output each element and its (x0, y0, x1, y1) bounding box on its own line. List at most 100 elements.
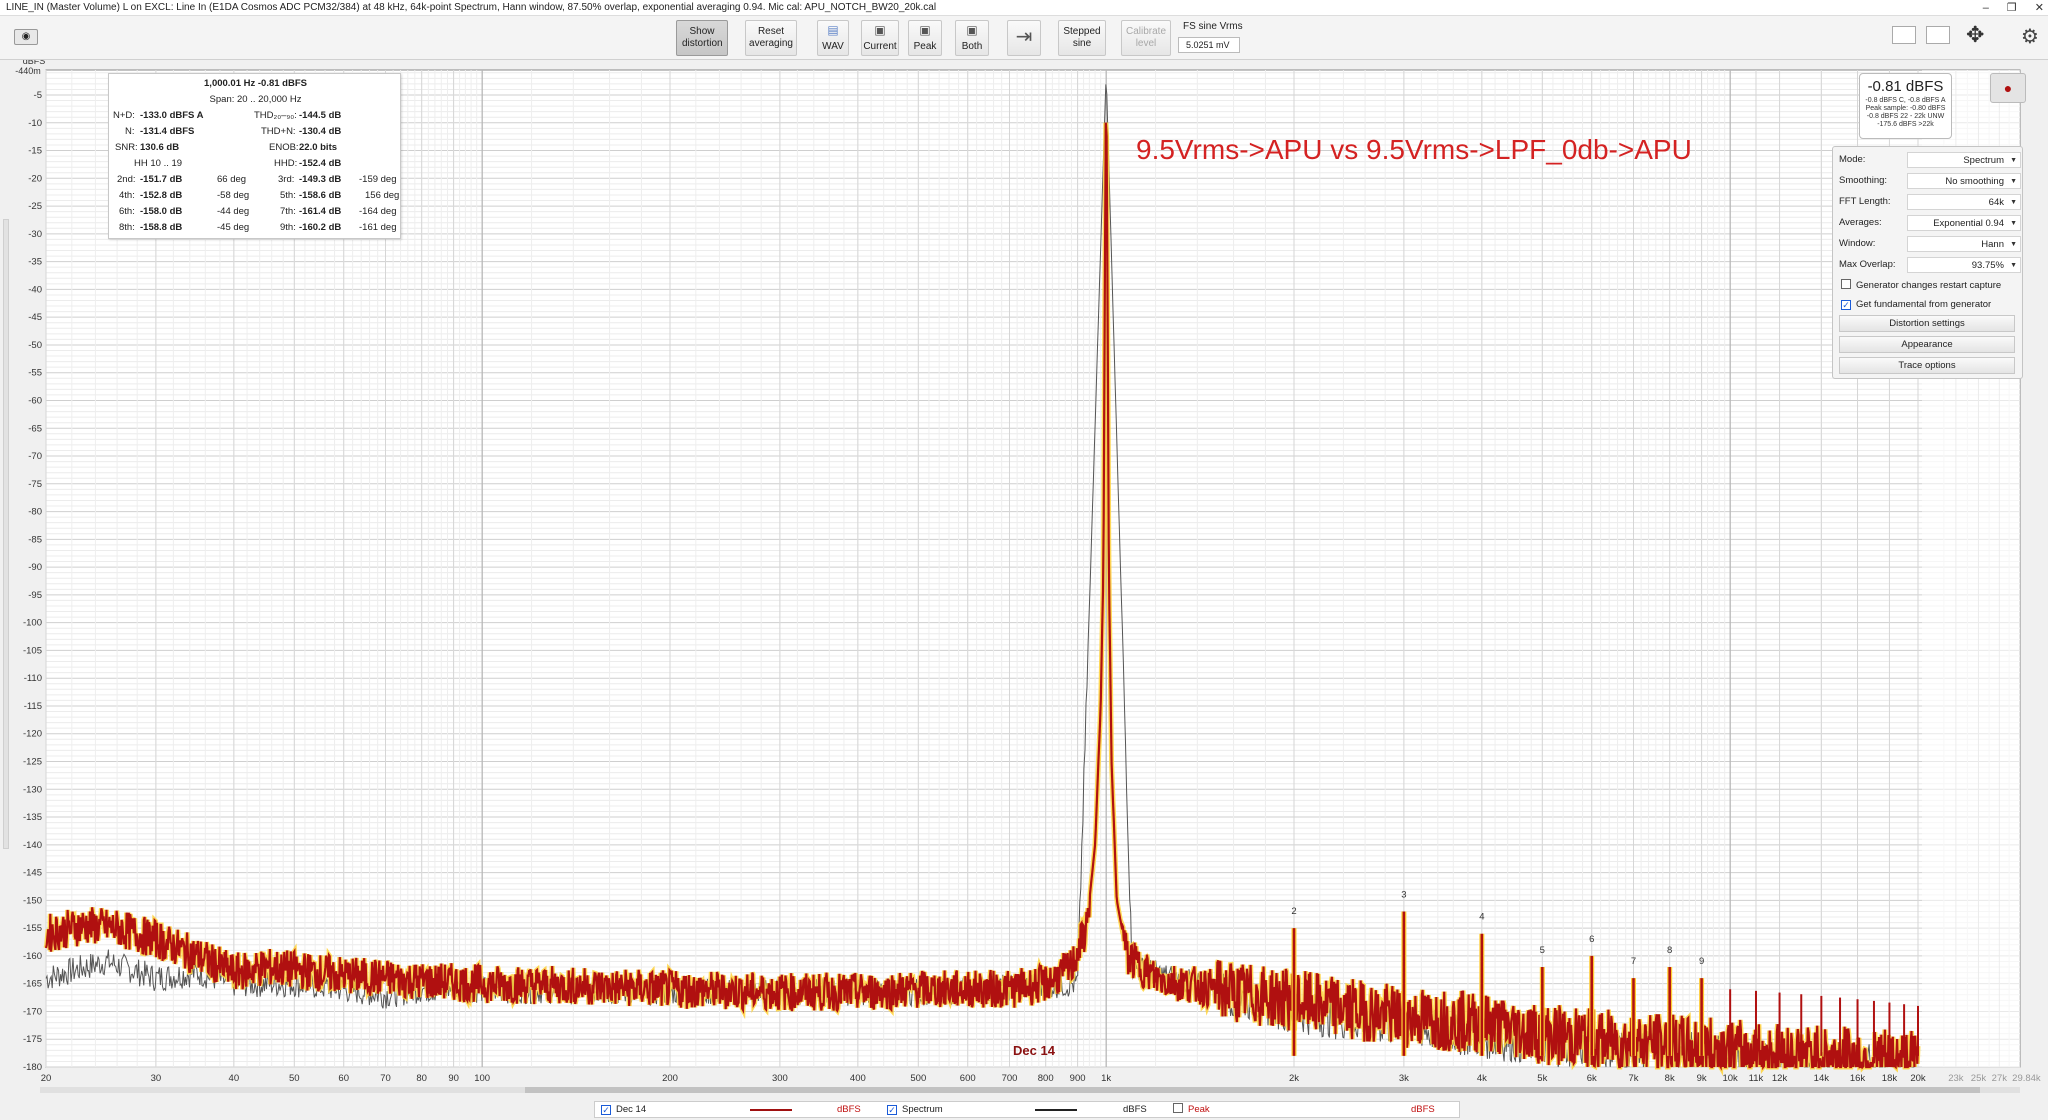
y-tick-label: -20 (28, 173, 42, 184)
y-tick-label: -30 (28, 229, 42, 240)
thdn-value: -130.4 dB (299, 126, 342, 137)
mode-select[interactable]: Spectrum (1907, 152, 2021, 169)
x-tick-label: 800 (1038, 1073, 1054, 1084)
y-tick-label: -55 (28, 368, 42, 379)
record-button[interactable]: ● (1990, 73, 2026, 103)
x-tick-label: 9k (1697, 1073, 1707, 1084)
get-fundamental-checkbox[interactable]: ✓ (1841, 300, 1851, 310)
get-fundamental-row[interactable]: ✓ Get fundamental from generator (1841, 297, 1991, 313)
move-arrows-icon[interactable]: ✥ (1966, 22, 1984, 48)
harmonic-label: 3 (1401, 889, 1406, 900)
thd-value: -144.5 dB (299, 110, 342, 121)
thd-label: THD₂₀–₉₀: (254, 110, 297, 121)
smoothing-select[interactable]: No smoothing (1907, 173, 2021, 190)
harmonic-value: -161.4 dB (299, 206, 342, 217)
export-button[interactable]: ⇥ (1007, 20, 1041, 56)
settings-panel: Mode: Spectrum Smoothing: No smoothing F… (1832, 146, 2023, 379)
harmonic-value: -152.8 dB (140, 190, 183, 201)
wav-icon: ▤ (827, 23, 839, 37)
split-view-icon[interactable] (1926, 26, 1950, 44)
harmonic-value: -151.7 dB (140, 174, 183, 185)
level-line-3: -0.8 dBFS 22 - 22k UNW (1866, 113, 1945, 120)
show-distortion-button[interactable]: Show distortion (676, 20, 728, 56)
legend-checkbox[interactable]: ✓ (601, 1105, 611, 1115)
x-tick-label: 400 (850, 1073, 866, 1084)
y-tick-label: -15 (28, 146, 42, 157)
peak-button[interactable]: ▣ Peak (908, 20, 942, 56)
smoothing-row: Smoothing: No smoothing (1839, 173, 2021, 190)
maximize-icon[interactable]: ❐ (2007, 0, 2017, 16)
y-tick-label: -100 (23, 618, 42, 629)
scrollbar-thumb[interactable] (525, 1087, 1980, 1093)
gear-icon[interactable]: ⚙ (2021, 24, 2039, 49)
harmonic-phase: 156 deg (365, 190, 400, 201)
fs-sine-value-field[interactable]: 5.0251 mV (1178, 37, 1240, 53)
close-icon[interactable]: ✕ (2035, 0, 2044, 16)
legend-unit: dBFS (1411, 1104, 1435, 1115)
distortion-settings-button[interactable]: Distortion settings (1839, 315, 2015, 332)
x-tick-label: 2k (1289, 1073, 1299, 1084)
screenshot-button[interactable]: ◉ (14, 29, 38, 45)
x-tick-label: 900 (1070, 1073, 1086, 1084)
x-tick-label: 700 (1002, 1073, 1018, 1084)
harmonic-value: -149.3 dB (299, 174, 342, 185)
harmonic-label: 7 (1631, 956, 1636, 967)
y-tick-label: -80 (28, 507, 42, 518)
y-tick-label: -160 (23, 951, 42, 962)
harmonic-label: 5 (1540, 945, 1545, 956)
generator-restart-checkbox[interactable] (1841, 279, 1851, 289)
legend-checkbox[interactable] (1173, 1103, 1183, 1113)
wav-button[interactable]: ▤ WAV (817, 20, 849, 56)
minimize-icon[interactable]: – (1983, 0, 1989, 16)
trace-label: Dec 14 (1013, 1043, 1055, 1058)
harmonic-phase: -159 deg (359, 174, 397, 185)
single-view-icon[interactable] (1892, 26, 1916, 44)
distortion-info-box: 1,000.01 Hz -0.81 dBFS Span: 20 .. 20,00… (108, 73, 401, 239)
harmonic-label: 5th: (280, 190, 296, 201)
legend-item-spectrum[interactable]: ✓ Spectrum (887, 1102, 943, 1117)
x-tick-label: 300 (772, 1073, 788, 1084)
legend-name: Peak (1188, 1104, 1210, 1115)
both-button[interactable]: ▣ Both (955, 20, 989, 56)
x-tick-label: 60 (338, 1073, 349, 1084)
harmonic-label: 8th: (119, 222, 135, 233)
x-tick-label: 30 (151, 1073, 162, 1084)
fft-length-select[interactable]: 64k (1907, 194, 2021, 211)
y-tick-label: -145 (23, 868, 42, 879)
hh-label: HH 10 .. 19 (134, 158, 183, 169)
y-tick-label: -105 (23, 645, 42, 656)
appearance-button[interactable]: Appearance (1839, 336, 2015, 353)
window-select[interactable]: Hann (1907, 236, 2021, 253)
x-tick-label: 50 (289, 1073, 300, 1084)
current-button[interactable]: ▣ Current (861, 20, 899, 56)
window-controls: – ❐ ✕ (1983, 0, 2044, 16)
y-tick-label: -50 (28, 340, 42, 351)
legend-item-peak[interactable]: Peak (1173, 1102, 1210, 1117)
stepped-sine-label: Stepped sine (1063, 26, 1101, 49)
generator-restart-row[interactable]: Generator changes restart capture (1841, 278, 2001, 294)
trace-options-button[interactable]: Trace options (1839, 357, 2015, 374)
x-tick-label: 18k (1882, 1073, 1898, 1084)
x-tick-label: 8k (1665, 1073, 1675, 1084)
reset-averaging-button[interactable]: Reset averaging (745, 20, 797, 56)
trace-legend: ✓ Dec 14 dBFS ✓ Spectrum dBFS Peak dBFS (594, 1101, 1460, 1118)
y-tick-label: -120 (23, 729, 42, 740)
mode-label: Mode: (1839, 154, 1866, 165)
stepped-sine-button[interactable]: Stepped sine (1058, 20, 1106, 56)
hhd-label: HHD: (274, 158, 298, 169)
harmonic-label: 2nd: (117, 174, 136, 185)
averages-select[interactable]: Exponential 0.94 (1907, 215, 2021, 232)
overlap-select[interactable]: 93.75% (1907, 257, 2021, 274)
legend-checkbox[interactable]: ✓ (887, 1105, 897, 1115)
calibrate-level-button[interactable]: Calibrate level (1121, 20, 1171, 56)
nd-value: -133.0 dBFS A (140, 110, 204, 121)
enob-label: ENOB: (269, 142, 299, 153)
fs-sine-label: FS sine Vrms (1183, 21, 1243, 32)
y-tick-label: -140 (23, 840, 42, 851)
harmonic-label: 6th: (119, 206, 135, 217)
hhd-value: -152.4 dB (299, 158, 342, 169)
legend-item-dec14[interactable]: ✓ Dec 14 (601, 1102, 646, 1117)
toolbar: Show distortion Reset averaging ▤ WAV ▣ … (0, 16, 2048, 60)
x-tick-label: 6k (1587, 1073, 1597, 1084)
horizontal-scrollbar[interactable] (40, 1087, 2020, 1093)
